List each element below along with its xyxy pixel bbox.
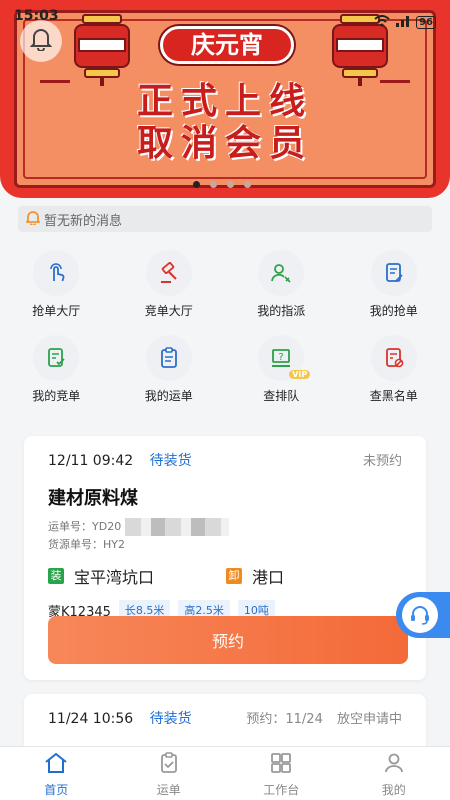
carousel-dot[interactable] xyxy=(210,181,217,188)
tab-home[interactable]: 首页 xyxy=(0,747,113,800)
grid-tab-icon xyxy=(269,751,293,781)
grid-label: 竞单大厅 xyxy=(144,304,193,318)
signal-icon xyxy=(396,15,410,30)
grid-item-bid-hall[interactable]: 竞单大厅 xyxy=(113,250,226,319)
status-bar: 15:03 96 xyxy=(0,0,450,36)
grid-item-my-grabs[interactable]: 我的抢单 xyxy=(338,250,450,319)
card-header: 11/24 10:56 待装货 预约：11/24 放空申请中 xyxy=(24,694,426,728)
grid-label: 我的运单 xyxy=(144,389,193,403)
card-status: 待装货 xyxy=(149,453,192,469)
wifi-icon xyxy=(374,14,390,30)
load-tag: 装 xyxy=(48,568,64,584)
redacted-block xyxy=(125,518,230,536)
grid-item-my-assignments[interactable]: 我的指派 xyxy=(225,250,338,319)
tab-label: 我的 xyxy=(381,783,406,797)
cargo-name: 建材原料煤 xyxy=(48,488,138,509)
grid-item-my-waybills[interactable]: 我的运单 xyxy=(113,335,226,404)
grid-label: 查排队 xyxy=(263,389,300,403)
tab-label: 工作台 xyxy=(263,783,300,797)
destination: 港口 xyxy=(252,568,285,587)
card-time: 12/11 09:42 xyxy=(48,453,134,469)
grid-item-my-bids[interactable]: 我的竞单 xyxy=(0,335,113,404)
notice-bell-icon xyxy=(25,210,41,229)
reserve-button[interactable]: 预约 xyxy=(48,616,408,664)
hand-tap-icon xyxy=(33,250,80,296)
grid-label: 我的竞单 xyxy=(32,389,81,403)
tab-mine[interactable]: 我的 xyxy=(338,747,450,800)
card-time: 11/24 10:56 xyxy=(48,711,134,727)
unload-tag: 卸 xyxy=(226,568,242,584)
home-icon xyxy=(43,751,69,781)
svg-text:?: ? xyxy=(279,352,284,363)
tab-waybill[interactable]: 运单 xyxy=(113,747,226,800)
feature-grid: 抢单大厅 竞单大厅 我的指派 我的抢单 我的竞单 我的运单 ? VIP 查排队 … xyxy=(0,250,450,404)
document-check-icon xyxy=(33,335,80,381)
source-number: 货源单号：HY2 xyxy=(48,538,125,551)
clipboard-icon xyxy=(145,335,192,381)
carousel-dot[interactable] xyxy=(227,181,234,188)
promo-banner[interactable]: 庆元宵 正式上线 取消会员 15:03 96 xyxy=(0,0,450,198)
card-header: 12/11 09:42 待装货 未预约 xyxy=(24,436,426,470)
user-assign-icon xyxy=(258,250,305,296)
route: 装 宝平湾坑口 卸 港口 xyxy=(24,554,426,588)
notice-text: 暂无新的消息 xyxy=(44,213,123,229)
carousel-dot[interactable] xyxy=(193,181,200,188)
headset-icon xyxy=(402,597,438,633)
bell-icon xyxy=(29,27,53,55)
carousel-indicator xyxy=(193,181,251,188)
gavel-icon xyxy=(145,250,192,296)
customer-service-button[interactable] xyxy=(396,592,450,638)
bottom-tab-bar: 首页 运单 工作台 我的 xyxy=(0,746,450,800)
card-status: 待装货 xyxy=(149,711,192,727)
tab-label: 运单 xyxy=(156,783,181,797)
grid-label: 抢单大厅 xyxy=(32,304,81,318)
waybill-card[interactable]: 12/11 09:42 待装货 未预约 建材原料煤 运单号：YD20 货源单号：… xyxy=(24,436,426,680)
notice-bar[interactable]: 暂无新的消息 xyxy=(18,206,432,232)
vip-badge: VIP xyxy=(289,370,311,379)
person-icon xyxy=(382,751,406,781)
tab-label: 首页 xyxy=(44,783,69,797)
banner-title-line2: 取消会员 xyxy=(136,123,313,164)
grid-item-grab-order-hall[interactable]: 抢单大厅 xyxy=(0,250,113,319)
grid-label: 我的指派 xyxy=(257,304,306,318)
carousel-dot[interactable] xyxy=(244,181,251,188)
waybill-tab-icon xyxy=(157,751,181,781)
status-icons: 96 xyxy=(374,8,436,36)
tab-workbench[interactable]: 工作台 xyxy=(225,747,338,800)
grid-label: 查黑名单 xyxy=(369,389,418,403)
blacklist-icon xyxy=(370,335,417,381)
release-status: 放空申请中 xyxy=(336,712,402,727)
queue-vip-icon: ? VIP xyxy=(258,335,311,381)
origin: 宝平湾坑口 xyxy=(74,568,155,587)
card-meta: 运单号：YD20 货源单号：HY2 xyxy=(24,510,426,554)
reservation-status: 未预约 xyxy=(362,454,402,469)
battery-icon: 96 xyxy=(416,15,436,29)
waybill-number: 运单号：YD20 xyxy=(48,520,122,533)
notification-button[interactable] xyxy=(20,20,62,62)
document-edit-icon xyxy=(370,250,417,296)
reservation-status: 预约：11/24 xyxy=(246,712,323,727)
grid-item-check-blacklist[interactable]: 查黑名单 xyxy=(338,335,450,404)
grid-item-check-queue[interactable]: ? VIP 查排队 xyxy=(225,335,338,404)
grid-label: 我的抢单 xyxy=(369,304,418,318)
